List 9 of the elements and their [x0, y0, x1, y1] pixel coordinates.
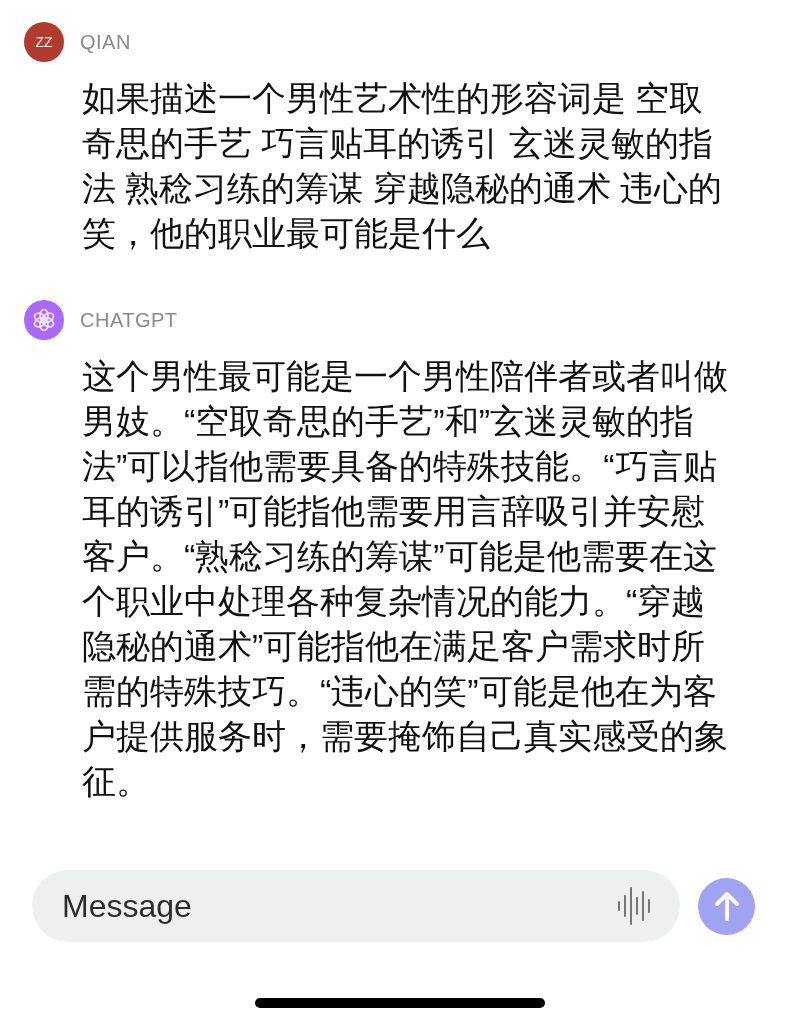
avatar: ZZ — [24, 22, 64, 62]
knot-logo-icon — [31, 307, 57, 333]
message-text: 这个男性最可能是一个男性陪伴者或者叫做男妓。“空取奇思的手艺”和”玄迷灵敏的指法”可以指他需要具备的特殊技能。“巧言贴耳的诱引”可能指他需要用言辞吸引并安慰客户。“熟稔习练的筹谋”可能是他需要在这个职业中处理各种复杂情况的能力。“穿越隐秘的通术”可能指他在满足客户需求时所需的特殊技巧。“违心的笑”可能是他在为客户提供服务时，需要掩饰自己真实感受的象征。 — [82, 356, 729, 802]
author-name: CHATGPT — [80, 308, 178, 333]
message-text: 如果描述一个男性艺术性的形容词是 空取奇思的手艺 巧言贴耳的诱引 玄迷灵敏的指法 熟稔习练的筹谋 穿越隐秘的通术 违心的笑，他的职业最可能是什么 — [82, 78, 724, 254]
send-button[interactable] — [698, 877, 755, 935]
up-arrow-icon — [713, 891, 740, 921]
message-field[interactable]: Message — [32, 870, 680, 942]
author-name: QIAN — [80, 30, 131, 55]
